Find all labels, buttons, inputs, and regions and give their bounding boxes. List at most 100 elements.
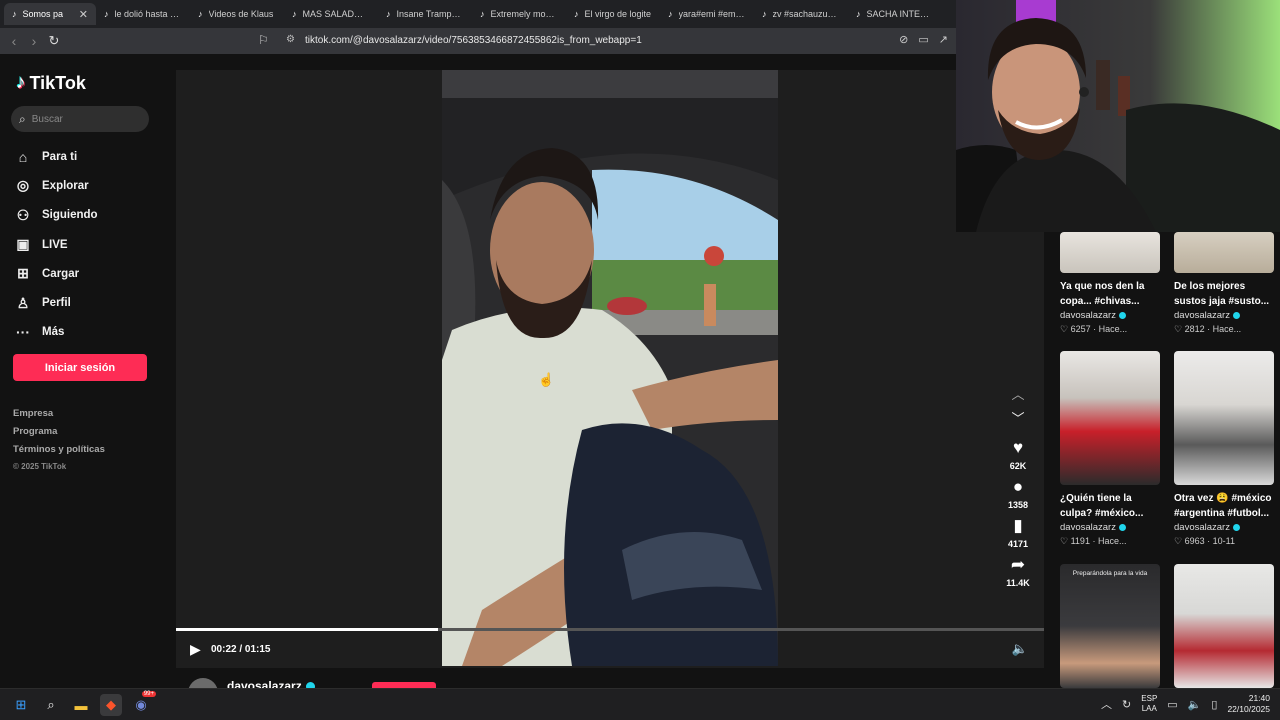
reload-icon[interactable]: ↻	[44, 33, 64, 49]
sidebar-item-cargar[interactable]: ⊞ Cargar	[14, 259, 98, 288]
card-author[interactable]: davosalazarz	[1060, 310, 1160, 321]
url-text[interactable]: tiktok.com/@davosalazarz/video/756385346…	[305, 35, 642, 46]
browser-tab[interactable]: ♪ Somos pa ✕	[4, 3, 96, 25]
chevron-down-icon[interactable]: ﹀	[1000, 408, 1036, 432]
forward-icon[interactable]: ›	[24, 33, 44, 49]
tiktok-favicon-icon: ♪	[12, 9, 17, 19]
share-action[interactable]: ➦ 11.4K	[1000, 555, 1036, 588]
tiktok-favicon-icon: ♪	[856, 9, 861, 19]
input-language[interactable]: ESP LAA	[1141, 694, 1157, 714]
card-caption[interactable]: De los mejores sustos jaja #susto...	[1174, 279, 1274, 309]
browser-tab[interactable]: ♪ le dolió hasta el a	[96, 3, 190, 25]
play-icon[interactable]: ▶	[190, 641, 201, 658]
windows-start-icon[interactable]: ⊞	[10, 694, 32, 716]
login-button[interactable]: Iniciar sesión	[13, 354, 147, 381]
sidebar-item-live[interactable]: ▣ LIVE	[14, 230, 98, 259]
translate-icon[interactable]: ⊘	[899, 33, 908, 46]
avatar[interactable]	[188, 678, 218, 688]
browser-tab[interactable]: ♪ Videos de Klaus	[190, 3, 284, 25]
video-card[interactable]: Preparándola para la vida	[1060, 564, 1160, 688]
network-icon[interactable]: ▭	[1167, 698, 1177, 711]
comment-icon[interactable]: ●	[1000, 477, 1036, 497]
speaker-icon[interactable]: 🔈	[1188, 698, 1202, 711]
site-settings-icon[interactable]: ⚙	[286, 34, 295, 45]
discord-icon[interactable]: ◉ 99+	[130, 691, 156, 716]
card-author[interactable]: davosalazarz	[1060, 522, 1160, 533]
browser-tab[interactable]: ♪ Insane Trampolin	[378, 3, 472, 25]
sidebar-footer: Empresa Programa Términos y políticas © …	[13, 408, 105, 480]
video-thumbnail[interactable]	[1174, 351, 1274, 485]
card-author[interactable]: davosalazarz	[1174, 310, 1274, 321]
browser-tab[interactable]: ♪ zv #sachauzuma	[754, 3, 848, 25]
search-input[interactable]	[31, 113, 132, 125]
lang-layout: LAA	[1141, 704, 1157, 713]
video-card[interactable]: De los mejores sustos jaja #susto... dav…	[1174, 232, 1274, 335]
sidebar-item-siguiendo[interactable]: ⚇ Siguiendo	[14, 201, 98, 230]
video-thumbnail[interactable]: Preparándola para la vida	[1060, 564, 1160, 688]
search-icon[interactable]: ⌕	[19, 112, 26, 127]
footer-link-empresa[interactable]: Empresa	[13, 408, 105, 426]
card-author[interactable]: davosalazarz	[1174, 522, 1274, 533]
windows-taskbar: ⊞ ⌕ ▬ ◆ ◉ 99+ ︿ ↻ ESP LAA ▭ 🔈 ▯ 21:40 22…	[0, 688, 1280, 720]
sidebar-item-mas[interactable]: ··· Más	[14, 318, 98, 347]
sidebar-item-label: Para ti	[42, 150, 78, 163]
brave-browser-icon[interactable]: ◆	[100, 694, 122, 716]
volume-icon[interactable]: 🔈	[1012, 641, 1028, 657]
thumbnail-text: Preparándola para la vida	[1072, 570, 1148, 577]
sidebar-item-explorar[interactable]: ◎ Explorar	[14, 171, 98, 200]
browser-tab[interactable]: ♪ SACHA INTENTA	[848, 3, 942, 25]
author-name[interactable]: davosalazarz	[227, 679, 302, 688]
video-thumbnail[interactable]	[1174, 232, 1274, 273]
like-action[interactable]: ♥ 62K	[1000, 438, 1036, 471]
verified-badge-icon	[1232, 312, 1240, 319]
video-frame[interactable]	[442, 70, 778, 666]
sync-icon[interactable]: ↻	[1122, 698, 1131, 711]
share-arrow-icon[interactable]: ➦	[1000, 555, 1036, 575]
video-player[interactable]: ☝ ▶ 00:22 / 01:15 🔈	[176, 70, 1044, 668]
caption-line: sustos jaja #susto...	[1174, 296, 1270, 307]
card-meta: ♡ 2812 · Hace...	[1174, 324, 1242, 334]
caption-line: copa... #chivas...	[1060, 296, 1140, 307]
address-bar-actions: ⊘ ▭ ↗	[899, 33, 948, 46]
browser-tab[interactable]: ♪ MAS SALADO XD	[284, 3, 378, 25]
footer-link-terminos[interactable]: Términos y políticas	[13, 444, 105, 462]
bookmark-icon[interactable]: ⚐	[258, 33, 269, 47]
battery-icon[interactable]: ▯	[1211, 698, 1217, 711]
sidebar-item-perfil[interactable]: ♙ Perfil	[14, 288, 98, 317]
close-tab-icon[interactable]: ✕	[79, 8, 88, 21]
browser-tab[interactable]: ♪ yara#emi #emiku	[660, 3, 754, 25]
card-caption[interactable]: Otra vez 😩 #méxico #argentina #futbol...	[1174, 491, 1274, 521]
video-thumbnail[interactable]	[1060, 351, 1160, 485]
share-icon[interactable]: ↗	[939, 33, 948, 46]
video-card[interactable]: Otra vez 😩 #méxico #argentina #futbol...…	[1174, 351, 1274, 547]
system-clock[interactable]: 21:40 22/10/2025	[1227, 693, 1270, 715]
video-thumbnail[interactable]	[1060, 232, 1160, 273]
sidebar-item-label: Siguiendo	[42, 209, 98, 222]
back-icon[interactable]: ‹	[4, 33, 24, 49]
video-progress-bar[interactable]	[176, 628, 1044, 631]
chevron-up-icon[interactable]: ︿	[1000, 384, 1036, 408]
tiktok-logo[interactable]: ♪ TikTok	[16, 72, 86, 94]
heart-icon[interactable]: ♥	[1000, 438, 1036, 458]
tiktok-favicon-icon: ♪	[292, 9, 297, 19]
browser-tab[interactable]: ♪ Extremely mount	[472, 3, 566, 25]
comment-action[interactable]: ● 1358	[1000, 477, 1036, 510]
cast-icon[interactable]: ▭	[918, 33, 928, 46]
video-thumbnail[interactable]	[1174, 564, 1274, 688]
browser-tab[interactable]: ♪ El virgo de logite	[566, 3, 660, 25]
chevron-up-icon[interactable]: ︿	[1101, 696, 1112, 712]
video-card[interactable]: ¿Quién tiene la culpa? #méxico... davosa…	[1060, 351, 1160, 547]
sidebar-item-para-ti[interactable]: ⌂ Para ti	[14, 142, 98, 171]
save-action[interactable]: ▮ 4171	[1000, 516, 1036, 549]
search-icon[interactable]: ⌕	[40, 694, 62, 716]
video-card[interactable]: Ya que nos den la copa... #chivas... dav…	[1060, 232, 1160, 335]
card-caption[interactable]: ¿Quién tiene la culpa? #méxico...	[1060, 491, 1160, 521]
bookmark-icon[interactable]: ▮	[1000, 516, 1036, 536]
video-card[interactable]	[1174, 564, 1274, 688]
file-explorer-icon[interactable]: ▬	[70, 694, 92, 716]
caption-line: culpa? #méxico...	[1060, 508, 1144, 519]
tiktok-favicon-icon: ♪	[762, 9, 767, 19]
card-caption[interactable]: Ya que nos den la copa... #chivas...	[1060, 279, 1160, 309]
footer-link-programa[interactable]: Programa	[13, 426, 105, 444]
screen: ♪ Somos pa ✕ ♪ le dolió hasta el a ♪ Videos de…	[0, 0, 1280, 720]
